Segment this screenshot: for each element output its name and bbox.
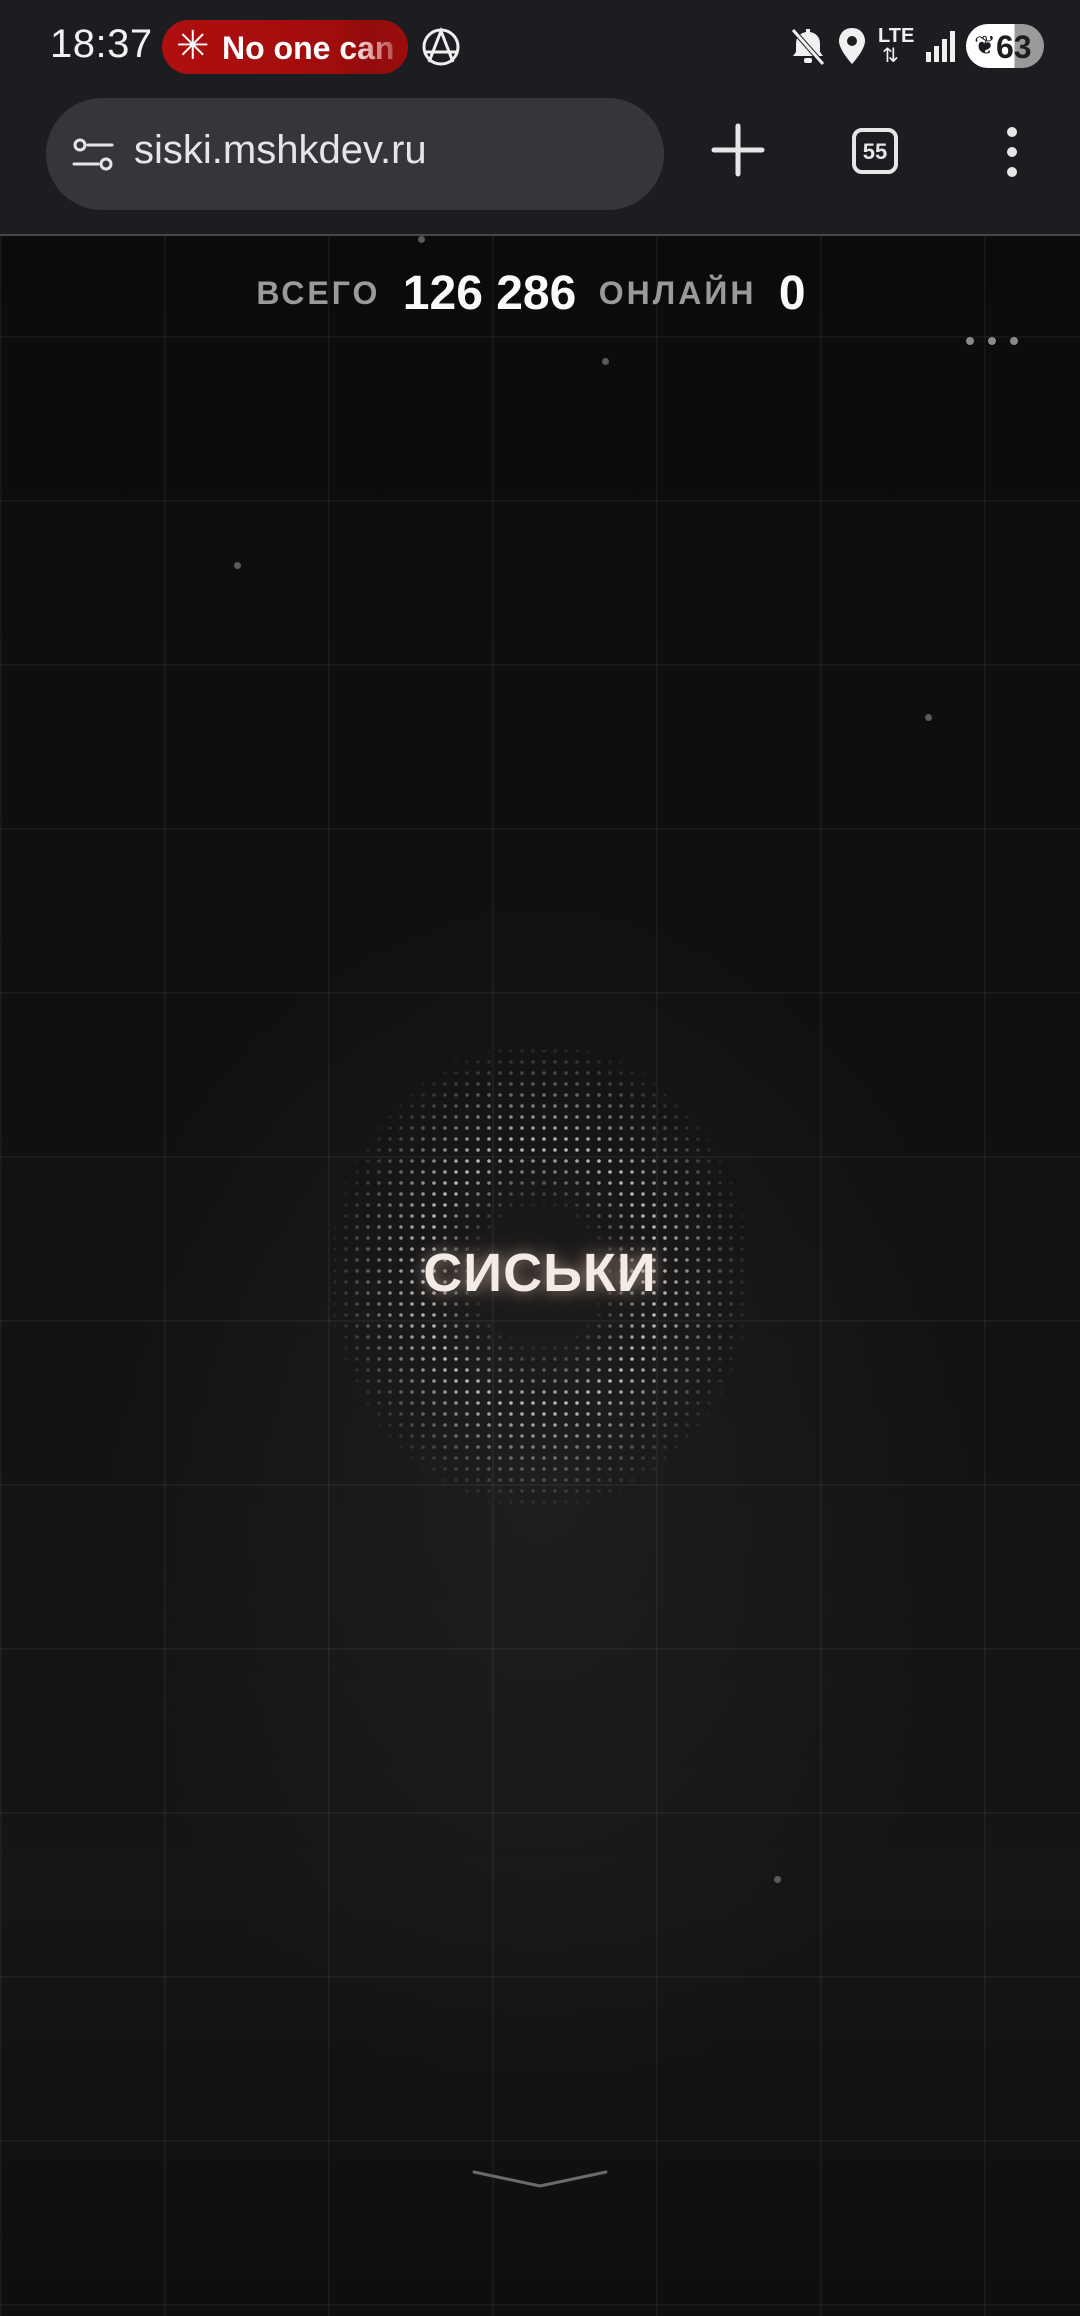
- notification-pill-text: No one can: [222, 30, 395, 66]
- lte-icon: LTE ⇅: [878, 22, 918, 70]
- particle: [925, 714, 932, 721]
- plus-icon[interactable]: [708, 120, 768, 180]
- site-settings-icon[interactable]: [70, 132, 116, 178]
- sparkle-icon: ✳: [176, 24, 210, 68]
- online-label: ОНЛАЙН: [598, 275, 757, 311]
- browser-toolbar: siski.mshkdev.ru 55: [0, 92, 1080, 236]
- tabs-icon[interactable]: 55: [852, 128, 898, 174]
- notification-pill[interactable]: ✳ No one can: [162, 20, 408, 74]
- particle: [602, 358, 609, 365]
- particle: [418, 236, 425, 243]
- page-content: ВСЕГО 126 286 ОНЛАЙН 0 СИСЬКИ: [0, 236, 1080, 2316]
- more-horiz-icon[interactable]: [962, 334, 1022, 348]
- particle: [234, 562, 241, 569]
- battery-percent: 63: [996, 29, 1032, 65]
- address-bar[interactable]: siski.mshkdev.ru: [46, 98, 664, 210]
- battery-indicator: ❦ 63: [966, 24, 1044, 68]
- location-icon: [839, 28, 865, 64]
- url-text[interactable]: siski.mshkdev.ru: [134, 128, 427, 173]
- chevron-down-icon[interactable]: [470, 2166, 610, 2196]
- lte-label: LTE: [878, 25, 915, 47]
- total-value: 126 286: [402, 267, 577, 320]
- center-button-label[interactable]: СИСЬКИ: [340, 1242, 740, 1304]
- leaf-icon: ❦: [974, 30, 996, 60]
- online-value: 0: [778, 267, 806, 320]
- status-bar: 18:37 ✳ No one can LTE ⇅ ❦ 63: [0, 0, 1080, 92]
- anarchy-icon: [422, 26, 460, 66]
- signal-icon: [926, 31, 955, 62]
- mute-icon: [791, 28, 825, 66]
- total-label: ВСЕГО: [256, 275, 381, 311]
- status-time: 18:37: [50, 22, 153, 66]
- more-vert-icon[interactable]: [1000, 124, 1024, 180]
- lte-arrows: ⇅: [882, 45, 899, 67]
- stats-bar: ВСЕГО 126 286 ОНЛАЙН 0: [0, 266, 1080, 321]
- particle: [774, 1876, 781, 1883]
